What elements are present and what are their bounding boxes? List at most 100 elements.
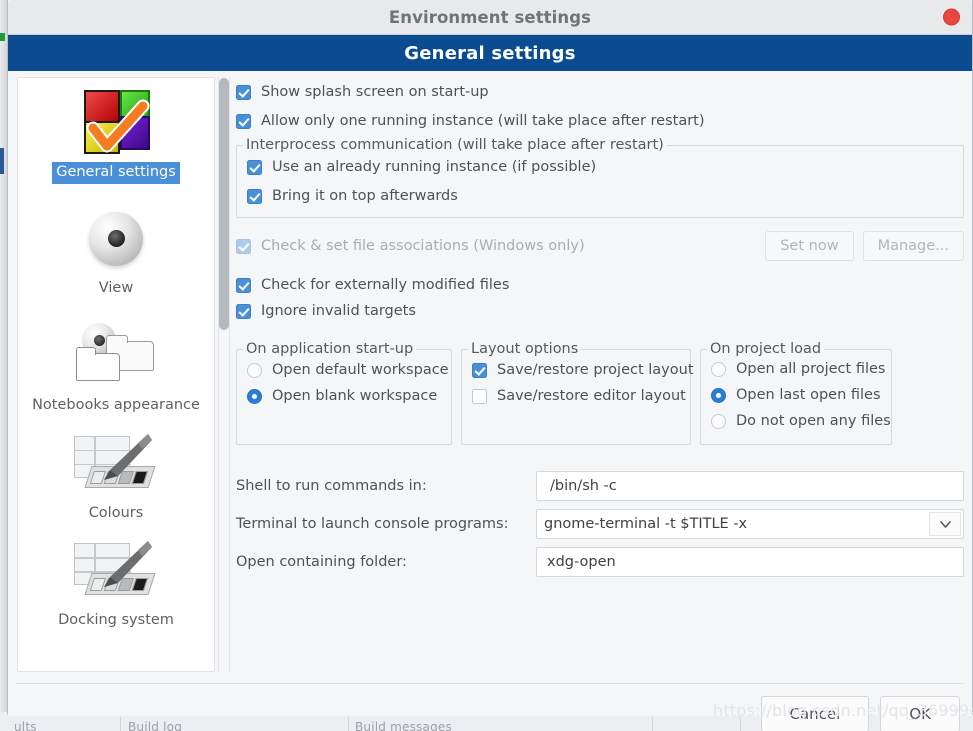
background-status-item-2: Build messages: [355, 720, 452, 731]
checkbox-row-save-editor-layout[interactable]: Save/restore editor layout: [472, 385, 686, 407]
codeblocks-logo-icon: [79, 86, 153, 160]
eye-icon: [89, 202, 143, 276]
environment-settings-dialog: Environment settings General settings Ge…: [7, 0, 973, 731]
radio-label-do-not-open-any-files: Do not open any files: [736, 413, 891, 429]
background-status-sep-1: [348, 717, 349, 731]
checkbox-row-bring-on-top[interactable]: Bring it on top afterwards: [247, 184, 953, 208]
radio-row-open-all-project-files[interactable]: Open all project files: [711, 358, 885, 380]
interprocess-communication-group: Interprocess communication (will take pl…: [236, 137, 964, 218]
chevron-down-glyph: [939, 520, 951, 528]
close-icon[interactable]: [943, 8, 960, 26]
checkbox-externally-modified[interactable]: [236, 277, 251, 293]
set-now-button[interactable]: Set now: [765, 231, 854, 261]
manage-button[interactable]: Manage...: [862, 231, 964, 261]
radio-open-blank-workspace[interactable]: [247, 388, 262, 404]
checkbox-label-save-editor-layout: Save/restore editor layout: [497, 388, 686, 404]
sidebar-scrollbar-thumb[interactable]: [219, 78, 229, 330]
checkbox-row-show-splash[interactable]: Show splash screen on start-up: [236, 80, 964, 104]
radio-label-open-last-open-files: Open last open files: [736, 387, 881, 403]
checkbox-row-single-instance[interactable]: Allow only one running instance (will ta…: [236, 109, 964, 133]
terminal-field-combo[interactable]: gnome-terminal -t $TITLE -x: [536, 509, 964, 539]
screen-root: ults Build log Build messages Environmen…: [0, 0, 973, 731]
sidebar-item-label-notebooks-appearance: Notebooks appearance: [32, 397, 200, 414]
terminal-field-label: Terminal to launch console programs:: [236, 516, 509, 532]
sidebar-item-general-settings[interactable]: General settings: [18, 78, 214, 184]
dialog-titlebar: Environment settings: [8, 0, 972, 35]
sidebar-item-notebooks-appearance[interactable]: Notebooks appearance: [18, 307, 214, 417]
sidebar-item-label-docking-system: Docking system: [58, 612, 174, 629]
checkbox-label-show-splash: Show splash screen on start-up: [261, 84, 489, 100]
page-header-bar: General settings: [8, 35, 972, 71]
checkbox-bring-on-top[interactable]: [247, 188, 262, 204]
dialog-body: General settings View Notebooks appearan…: [8, 71, 972, 731]
open-folder-field-row: Open containing folder: xdg-open: [236, 547, 964, 577]
interprocess-communication-group-title: Interprocess communication (will take pl…: [243, 137, 667, 153]
background-accent-green: [0, 33, 5, 41]
checkbox-row-ignore-invalid-targets[interactable]: Ignore invalid targets: [236, 299, 964, 323]
option-groups-row: On application start-up Open default wor…: [236, 341, 964, 445]
shell-field-label: Shell to run commands in:: [236, 478, 427, 494]
open-folder-field-value: xdg-open: [547, 554, 616, 570]
radio-open-all-project-files[interactable]: [711, 361, 726, 377]
shell-field-row: Shell to run commands in: /bin/sh -c: [236, 471, 964, 501]
chevron-down-icon[interactable]: [929, 512, 961, 536]
on-project-load-group: On project load Open all project files O…: [700, 341, 892, 445]
file-associations-buttons: Set now Manage...: [765, 231, 964, 261]
checkbox-show-splash[interactable]: [236, 84, 251, 100]
sidebar-item-colours[interactable]: Colours: [18, 421, 214, 525]
general-settings-panel: Show splash screen on start-up Allow onl…: [236, 75, 964, 673]
checkbox-label-use-running-instance: Use an already running instance (if poss…: [272, 159, 597, 175]
radio-label-open-all-project-files: Open all project files: [736, 361, 886, 377]
sidebar-item-view[interactable]: View: [18, 194, 214, 300]
checkbox-label-file-associations: Check & set file associations (Windows o…: [261, 238, 585, 254]
checkbox-label-ignore-invalid-targets: Ignore invalid targets: [261, 303, 416, 319]
checkbox-save-editor-layout[interactable]: [472, 388, 487, 404]
background-status-item-0: ults: [14, 720, 37, 731]
footer-divider: [16, 683, 964, 684]
checkbox-file-associations: [236, 238, 251, 254]
radio-row-open-blank-workspace[interactable]: Open blank workspace: [247, 385, 441, 407]
sidebar-item-docking-system[interactable]: Docking system: [18, 528, 214, 632]
radio-row-do-not-open-any-files[interactable]: Do not open any files: [711, 410, 891, 432]
sidebar-item-label-colours: Colours: [88, 504, 144, 521]
background-accent-blue: [0, 148, 4, 174]
sidebar-item-label-general-settings: General settings: [52, 162, 180, 184]
checkbox-single-instance[interactable]: [236, 113, 251, 129]
checkbox-label-save-project-layout: Save/restore project layout: [497, 362, 694, 378]
ok-button[interactable]: OK: [880, 696, 960, 731]
checkbox-row-file-associations: Check & set file associations (Windows o…: [236, 234, 585, 258]
brush-icon-2: [104, 541, 152, 588]
radio-label-open-default-workspace: Open default workspace: [272, 362, 449, 378]
brush-icon: [104, 433, 152, 480]
radio-do-not-open-any-files[interactable]: [711, 413, 726, 429]
cancel-button[interactable]: Cancel: [760, 696, 870, 731]
background-status-sep-0: [120, 717, 121, 731]
radio-open-default-workspace[interactable]: [247, 362, 262, 378]
shell-field-input[interactable]: /bin/sh -c: [536, 471, 964, 501]
shell-field-value: /bin/sh -c: [550, 478, 617, 494]
checkbox-label-externally-modified: Check for externally modified files: [261, 277, 510, 293]
open-folder-field-label: Open containing folder:: [236, 554, 407, 570]
checkbox-label-single-instance: Allow only one running instance (will ta…: [261, 113, 705, 129]
checkbox-ignore-invalid-targets[interactable]: [236, 303, 251, 319]
terminal-field-value: gnome-terminal -t $TITLE -x: [544, 516, 748, 532]
orange-check-icon: [86, 99, 150, 153]
on-project-load-title: On project load: [707, 341, 825, 357]
palette-brush-icon: [74, 429, 158, 501]
radio-open-last-open-files[interactable]: [711, 387, 726, 403]
checkbox-use-running-instance[interactable]: [247, 159, 262, 175]
background-status-item-1: Build log: [128, 720, 183, 731]
layout-options-title: Layout options: [468, 341, 582, 357]
open-folder-field-input[interactable]: xdg-open: [536, 547, 964, 577]
checkbox-save-project-layout[interactable]: [472, 362, 487, 378]
on-application-startup-group: On application start-up Open default wor…: [236, 341, 452, 445]
dialog-footer: Cancel OK: [760, 696, 960, 731]
page-title: General settings: [404, 42, 576, 64]
radio-row-open-default-workspace[interactable]: Open default workspace: [247, 359, 449, 381]
checkbox-row-use-running-instance[interactable]: Use an already running instance (if poss…: [247, 155, 953, 179]
radio-label-open-blank-workspace: Open blank workspace: [272, 388, 438, 404]
radio-row-open-last-open-files[interactable]: Open last open files: [711, 384, 881, 406]
checkbox-row-externally-modified[interactable]: Check for externally modified files: [236, 273, 964, 297]
checkbox-row-save-project-layout[interactable]: Save/restore project layout: [472, 359, 694, 381]
settings-category-list[interactable]: General settings View Notebooks appearan…: [17, 77, 215, 672]
